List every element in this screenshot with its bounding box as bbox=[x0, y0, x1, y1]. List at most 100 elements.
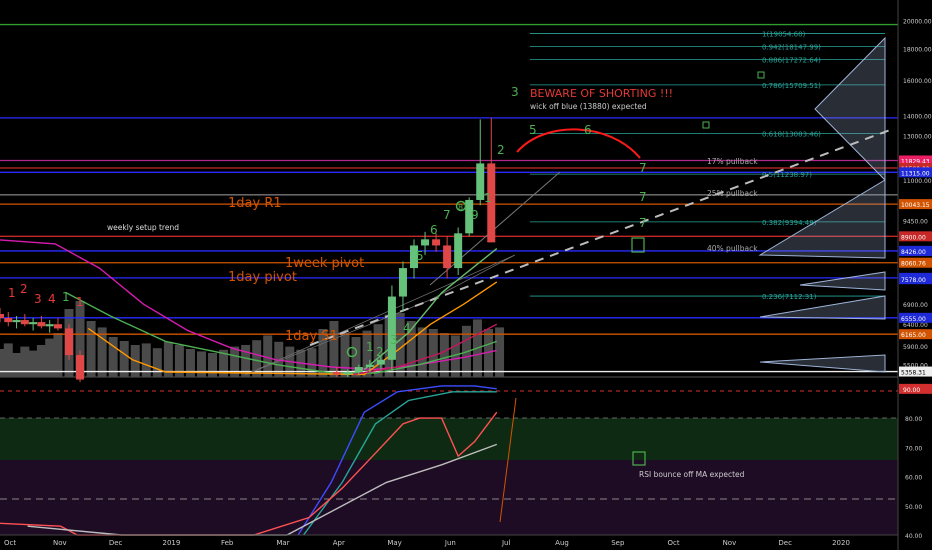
price-tick-8: 6400.00 bbox=[903, 322, 928, 329]
time-tick-5: Mar bbox=[276, 539, 289, 547]
price-tick-9: 5900.00 bbox=[903, 344, 928, 351]
annotation-weekly-setup: weekly setup trend bbox=[107, 223, 179, 232]
volume-bar-10 bbox=[86, 321, 96, 377]
candle-body-11 bbox=[343, 371, 352, 375]
count-green-9: 9 bbox=[471, 208, 479, 222]
rsi-tick-2: 70.00 bbox=[905, 445, 922, 452]
candle-body-19 bbox=[432, 239, 441, 246]
time-tick-3: 2019 bbox=[162, 539, 180, 547]
count-green-1: 1 bbox=[366, 340, 374, 354]
count-proj-7c: 7 bbox=[639, 216, 647, 230]
price-tag-label-4: 8900.00 bbox=[901, 234, 926, 241]
candle-body-14 bbox=[376, 359, 385, 365]
candle-body-13 bbox=[365, 364, 374, 368]
rsi-tick-5: 40.00 bbox=[905, 533, 922, 540]
fib-label-5: 0.5(11238.97) bbox=[762, 171, 812, 179]
fib-label-0: 1(19054.60) bbox=[762, 30, 806, 38]
price-tag-label-7: 8060.76 bbox=[901, 261, 926, 268]
price-tag-label-2: 11315.00 bbox=[901, 170, 930, 177]
price-tick-3: 14000.00 bbox=[903, 114, 932, 121]
candle-body-7 bbox=[53, 324, 62, 329]
volume-bar-30 bbox=[307, 348, 317, 377]
rsi-tick-1: 80.00 bbox=[905, 416, 922, 423]
count-green-8: 8 bbox=[458, 203, 463, 212]
price-tag-label-6: 8426.00 bbox=[901, 249, 926, 256]
fib-label-7: 0.236(7112.31) bbox=[762, 293, 817, 301]
candle-body-21 bbox=[454, 233, 463, 269]
price-tick-2: 16000.00 bbox=[903, 78, 932, 85]
candle-body-4 bbox=[29, 322, 38, 325]
candle-body-20 bbox=[443, 245, 452, 269]
count-green-5: 5 bbox=[416, 249, 424, 263]
count-green-12: 3 bbox=[511, 85, 519, 99]
time-tick-11: Sep bbox=[611, 539, 625, 547]
time-tick-4: Feb bbox=[221, 539, 234, 547]
time-tick-10: Aug bbox=[555, 539, 569, 547]
volume-bar-2 bbox=[12, 353, 22, 377]
time-tick-12: Oct bbox=[668, 539, 680, 547]
price-tick-7: 6900.00 bbox=[903, 302, 928, 309]
candle-body-8 bbox=[65, 328, 73, 356]
price-tick-1: 18000.00 bbox=[903, 47, 932, 54]
price-tag-label-10: 6555.00 bbox=[901, 316, 926, 323]
time-tick-1: Nov bbox=[53, 539, 67, 547]
volume-bar-41 bbox=[428, 329, 438, 377]
annotation-wick: wick off blue (13880) expected bbox=[530, 102, 647, 111]
count-green-10: 1 bbox=[484, 191, 492, 205]
candle-body-9 bbox=[76, 355, 85, 380]
volume-bar-4 bbox=[28, 350, 38, 377]
volume-bar-7 bbox=[53, 333, 63, 377]
volume-bar-11 bbox=[97, 327, 107, 377]
time-tick-9: Jul bbox=[501, 539, 511, 547]
time-tick-15: 2020 bbox=[832, 539, 850, 547]
price-tag-label-9: 7578.00 bbox=[901, 277, 926, 284]
price-tag-label-12: 5358.31 bbox=[901, 370, 926, 377]
time-tick-0: Oct bbox=[4, 539, 16, 547]
count-green-11: 2 bbox=[497, 143, 505, 157]
price-tag-label-3: 10043.15 bbox=[901, 202, 930, 209]
rsi-tick-4: 50.00 bbox=[905, 504, 922, 511]
fib-label-3: 0.786(15709.51) bbox=[762, 82, 821, 90]
count-proj-5: 5 bbox=[529, 123, 537, 137]
fib-label-4: 0.618(13083.46) bbox=[762, 131, 821, 139]
price-chart[interactable]: 1(19054.60) 0.942(18147.99) 0.886(17272.64… bbox=[0, 0, 932, 550]
candle-body-1 bbox=[4, 318, 13, 323]
count-green-4: 4 bbox=[403, 321, 411, 335]
price-tick-4: 13000.00 bbox=[903, 133, 932, 140]
time-tick-13: Nov bbox=[723, 539, 737, 547]
price-tick-6: 9450.00 bbox=[903, 218, 928, 225]
count-green-2: 2 bbox=[376, 345, 384, 359]
count-proj-6: 6 bbox=[584, 123, 592, 137]
count-proj-7a: 7 bbox=[639, 161, 647, 175]
candle-body-2 bbox=[12, 320, 21, 323]
candle-body-10 bbox=[332, 371, 341, 375]
time-tick-2: Dec bbox=[109, 539, 123, 547]
time-tick-8: Jun bbox=[444, 539, 456, 547]
annotation-rsi-bounce: RSI bounce off MA expected bbox=[639, 470, 745, 479]
count-green-6: 6 bbox=[430, 223, 438, 237]
candle-body-6 bbox=[45, 324, 54, 327]
volume-bar-42 bbox=[439, 333, 449, 377]
count-red-4: 4 bbox=[48, 292, 56, 306]
count-red-3: 3 bbox=[34, 292, 42, 306]
volume-bar-3 bbox=[20, 346, 30, 377]
annotation-1day-s1: 1day S1 bbox=[285, 329, 338, 344]
candle-body-12 bbox=[354, 367, 363, 372]
count-proj-7b: 7 bbox=[639, 190, 647, 204]
candle-body-18 bbox=[421, 239, 430, 246]
annotation-1day-r1: 1day R1 bbox=[228, 196, 282, 211]
annotation-40-pullback: 40% pullback bbox=[707, 244, 758, 253]
time-tick-14: Dec bbox=[778, 539, 792, 547]
time-tick-6: Apr bbox=[333, 539, 345, 547]
volume-bar-16 bbox=[152, 348, 162, 377]
candle-body-15 bbox=[387, 296, 396, 360]
rsi-lower-zone bbox=[0, 460, 898, 535]
annotation-1week-pivot: 1week pivot bbox=[285, 256, 364, 271]
count-green-1a: 1 bbox=[62, 290, 70, 304]
count-red-1: 1 bbox=[8, 286, 16, 300]
candle-body-0 bbox=[0, 313, 4, 319]
candle-body-5 bbox=[37, 322, 46, 327]
volume-bar-40 bbox=[417, 327, 427, 377]
annotation-17-pullback: 17% pullback bbox=[707, 157, 758, 166]
candle-body-3 bbox=[20, 320, 29, 325]
